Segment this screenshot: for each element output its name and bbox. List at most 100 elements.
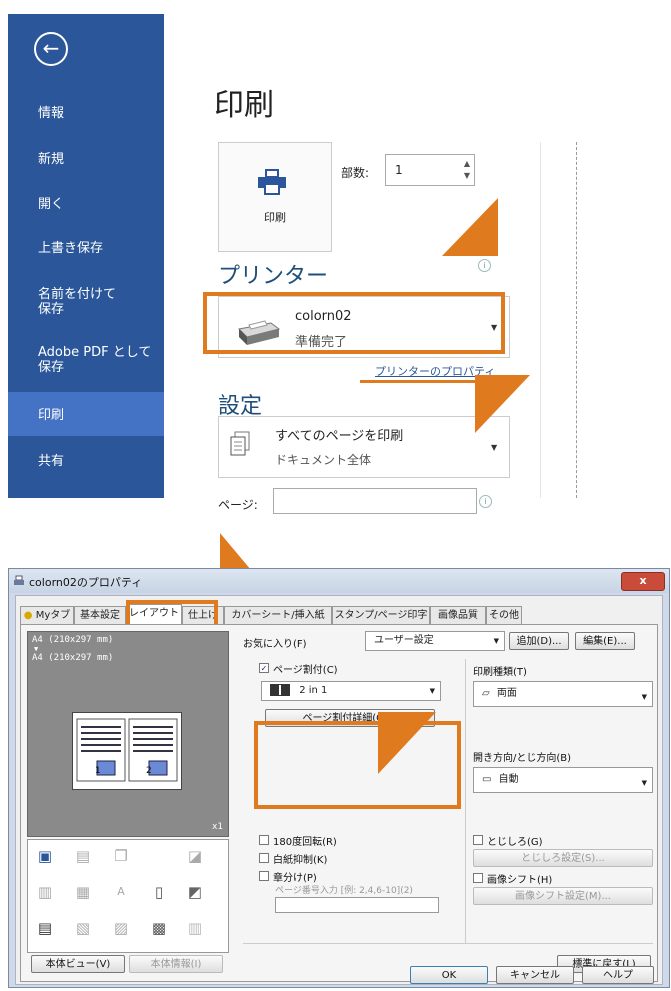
document-icon[interactable]: ▦ [72,882,94,902]
divider [540,142,541,498]
image-shift-settings-button[interactable]: 画像シフト設定(M)... [473,887,653,905]
open-direction-value: 自動 [498,774,519,785]
tab-mytab[interactable]: ● Myタブ [20,606,74,624]
orange-arrow-up-right [442,198,498,256]
sidebar-item-save-as-pdf[interactable]: Adobe PDF として 保存 [8,345,164,375]
layout-tab-panel: A4 (210x297 mm) ▼ A4 (210x297 mm) 1 2 x1… [20,624,658,982]
open-direction-select[interactable]: ▭ 自動 ▼ [473,767,653,793]
chapter-hint: ページ番号入力 [例: 2,4,6-10](2) [275,886,413,896]
sidebar-item-save-as[interactable]: 名前を付けて 保存 [8,287,164,317]
finisher-icon[interactable]: ◪ [184,846,206,866]
add-favorite-button[interactable]: 追加(D)... [509,632,569,650]
print-range-description: ドキュメント全体 [275,453,372,467]
nup-label: ページ割付(C) [273,665,338,676]
nup-checkbox[interactable]: ✓ [259,663,269,673]
user-icon: ● [23,610,33,621]
group-divider [465,659,466,943]
print-range-value: すべてのページを印刷 [275,429,404,444]
network-icon[interactable]: ▨ [110,918,132,938]
preview-paper: 1 2 [72,712,182,790]
open-direction-label: 開き方向/とじ方向(B) [473,753,572,764]
machine-info-button[interactable]: 本体情報(I) [129,955,223,973]
sidebar-item-save[interactable]: 上書き保存 [8,241,164,256]
cancel-button[interactable]: キャンセル [496,966,574,984]
copies-spinner[interactable]: 1 ▲ ▼ [385,154,475,186]
spin-down-icon[interactable]: ▼ [464,171,470,180]
rotate180-checkbox[interactable] [259,835,269,845]
stack-icon[interactable]: ▥ [34,882,56,902]
preview-original-size: A4 (210x297 mm) [32,635,114,645]
pages-input[interactable] [273,488,477,514]
favorites-select[interactable]: ユーザー設定 ▼ [365,631,505,651]
preview-output-size: A4 (210x297 mm) [32,653,114,663]
blank-suppress-checkbox[interactable] [259,853,269,863]
page-title: 印刷 [214,88,274,123]
image-shift-label: 画像シフト(H) [487,875,553,886]
copy-icon[interactable]: ❐ [110,846,132,866]
copies-label: 部数: [341,166,370,180]
report-icon[interactable]: ▩ [148,918,170,938]
info-icon[interactable]: i [478,259,491,272]
machine-view-button[interactable]: 本体ビュー(V) [31,955,125,973]
pages-icon [230,431,250,456]
print-type-select[interactable]: ▱ 両面 ▼ [473,681,653,707]
nup-preview-graphic: 1 2 [76,718,178,782]
binding-margin-settings-button[interactable]: とじしろ設定(S)... [473,849,653,867]
chapter-checkbox[interactable] [259,871,269,881]
ok-button[interactable]: OK [410,966,488,984]
help-button[interactable]: ヘルプ [582,966,654,984]
printer-small-icon [14,575,24,585]
print-button[interactable]: 印刷 [218,142,332,252]
sidebar-item-open[interactable]: 開く [8,197,164,212]
copies-value: 1 [395,163,403,177]
paper-preview: A4 (210x297 mm) ▼ A4 (210x297 mm) 1 2 x1 [27,631,229,837]
blank-suppress-label: 白紙抑制(K) [273,855,328,866]
machine-icon[interactable]: ▣ [34,846,56,866]
tab-basic[interactable]: 基本設定 [74,606,126,624]
image-shift-checkbox[interactable] [473,873,483,883]
sidebar-item-share[interactable]: 共有 [8,454,164,469]
preview-scale: x1 [212,822,223,832]
tray-icon[interactable]: ▤ [72,846,94,866]
rotate180-label: 180度回転(R) [273,837,337,848]
sidebar-item-new[interactable]: 新規 [8,152,164,167]
orange-arrow-to-nup [378,712,436,774]
list-icon[interactable]: ▥ [184,918,206,938]
bottom-divider [243,943,653,944]
memo-icon[interactable]: ▤ [34,918,56,938]
page-preview-edge [576,142,577,498]
info-icon[interactable]: i [479,495,492,508]
tab-other[interactable]: その他 [486,606,522,624]
close-button[interactable]: x [621,572,665,591]
chapter-pages-input[interactable] [275,897,439,913]
server-icon[interactable]: ▧ [72,918,94,938]
printer-highlight-box [203,292,505,354]
spin-up-icon[interactable]: ▲ [464,159,470,168]
binding-margin-checkbox[interactable] [473,835,483,845]
sidebar-item-print[interactable]: 印刷 [8,392,164,436]
preview-arrow: ▼ [34,645,39,653]
dialog-body: ● Myタブ 基本設定 レイアウト 仕上げ カバーシート/挿入紙 スタンプ/ペー… [15,595,663,985]
tab-image-quality[interactable]: 画像品質 [430,606,486,624]
tab-stamp[interactable]: スタンプ/ページ印字 [332,606,430,624]
lock-folder-icon[interactable]: ◩ [184,882,206,902]
a4-icon[interactable]: A [110,882,132,902]
binding-direction-icon: ▭ [482,774,492,785]
dialog-titlebar[interactable]: colorn02のプロパティ x [9,569,669,593]
backstage-sidebar: ← 情報 新規 開く 上書き保存 名前を付けて 保存 Adobe PDF として… [8,14,164,498]
duplex-icon: ▱ [482,688,490,699]
printer-properties-dialog: colorn02のプロパティ x ● Myタブ 基本設定 レイアウト 仕上げ カ… [8,568,670,988]
chevron-down-icon: ▼ [493,637,499,645]
tab-cover-sheet[interactable]: カバーシート/挿入紙 [224,606,332,624]
phone-icon[interactable]: ▯ [148,882,170,902]
print-button-label: 印刷 [264,211,286,224]
print-range-select[interactable]: すべてのページを印刷 ドキュメント全体 ▼ [218,416,510,478]
sidebar-item-info[interactable]: 情報 [8,106,164,121]
favorites-label: お気に入り(F) [243,639,307,650]
machine-view-panel: ▣ ▤ ❐ ◪ ▥ ▦ A ▯ ◩ ▤ ▧ ▨ ▩ ▥ [27,839,229,953]
nup-select[interactable]: 2 in 1 ▼ [261,681,441,701]
back-arrow-icon[interactable]: ← [34,32,68,66]
orange-arrow-down-right [475,375,530,433]
favorites-value: ユーザー設定 [374,635,434,646]
edit-favorite-button[interactable]: 編集(E)... [575,632,635,650]
